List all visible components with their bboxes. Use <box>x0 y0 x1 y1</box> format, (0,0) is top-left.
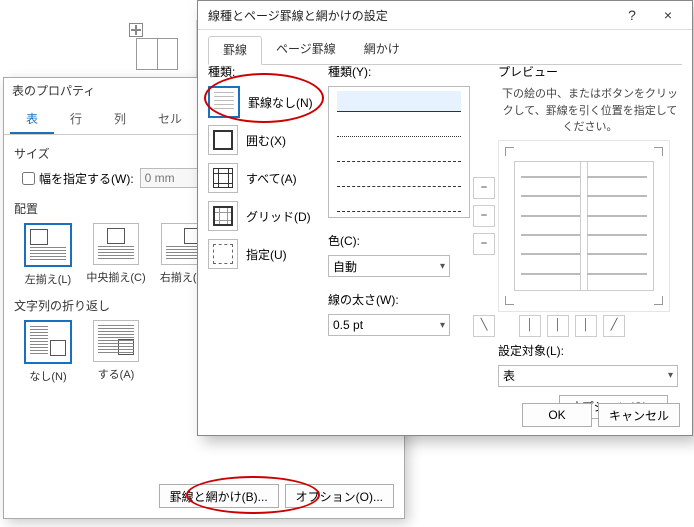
align-left-option[interactable]: 左揃え(L) <box>18 223 78 287</box>
document-background <box>126 20 198 80</box>
kind-custom-label: 指定(U) <box>246 246 287 263</box>
kind-all-label: すべて(A) <box>246 170 297 187</box>
chevron-down-icon: ▾ <box>440 261 445 272</box>
borders-and-shading-button[interactable]: 罫線と網かけ(B)... <box>159 484 279 508</box>
line-style-dashed-short[interactable] <box>337 141 461 162</box>
kind-all[interactable]: すべて(A) <box>208 162 318 194</box>
dialog-title: 線種とページ罫線と網かけの設定 <box>208 7 614 24</box>
preview-hint: 下の絵の中、またはボタンをクリックして、罫線を引く位置を指定してください。 <box>498 86 682 136</box>
kind-grid-icon <box>208 201 238 231</box>
toggle-diagonal-border[interactable]: ╲ <box>473 315 495 337</box>
corner-icon <box>505 147 514 156</box>
preview-page-icon <box>580 161 654 291</box>
align-left-icon <box>24 223 72 267</box>
kind-all-icon <box>208 163 238 193</box>
table-preview-icon <box>136 38 178 70</box>
tab-column[interactable]: 列 <box>98 104 142 134</box>
ok-button[interactable]: OK <box>522 403 592 427</box>
corner-icon <box>654 147 663 156</box>
toggle-right-border[interactable]: │ <box>575 315 597 337</box>
toggle-middle-h-border[interactable]: ⎯ <box>473 205 495 227</box>
chevron-down-icon: ▾ <box>440 320 445 331</box>
width-checkbox[interactable] <box>22 172 35 185</box>
kind-none-label: 罫線なし(N) <box>248 94 313 111</box>
apply-to-value: 表 <box>503 367 668 384</box>
help-button[interactable]: ? <box>614 3 650 27</box>
chevron-down-icon: ▾ <box>668 370 673 381</box>
close-button[interactable]: × <box>650 3 686 27</box>
weight-value: 0.5 pt <box>333 318 440 332</box>
wrap-none-option[interactable]: なし(N) <box>18 320 78 384</box>
toggle-top-border[interactable]: ⎯ <box>473 177 495 199</box>
align-center-option[interactable]: 中央揃え(C) <box>86 223 146 287</box>
kind-none[interactable]: 罫線なし(N) <box>208 86 318 118</box>
toggle-middle-v-border[interactable]: │ <box>547 315 569 337</box>
weight-label: 線の太さ(W): <box>328 291 478 308</box>
wrap-around-icon <box>93 320 139 362</box>
kind-custom[interactable]: 指定(U) <box>208 238 318 270</box>
wrap-none-icon <box>24 320 72 364</box>
corner-icon <box>654 296 663 305</box>
apply-to-label: 設定対象(L): <box>498 342 682 359</box>
tab-cell[interactable]: セル <box>142 104 198 134</box>
tab-page-border[interactable]: ページ罫線 <box>262 36 350 64</box>
weight-dropdown[interactable]: 0.5 pt▾ <box>328 314 450 336</box>
kind-grid[interactable]: グリッド(D) <box>208 200 318 232</box>
borders-shading-dialog: 線種とページ罫線と網かけの設定 ? × 罫線 ページ罫線 網かけ 種類: 罫線な… <box>197 0 693 436</box>
width-check-label: 幅を指定する(W): <box>39 170 134 187</box>
toggle-left-border[interactable]: │ <box>519 315 541 337</box>
align-center-label: 中央揃え(C) <box>86 269 146 285</box>
color-label: 色(C): <box>328 232 478 249</box>
preview-page-icon <box>514 161 588 291</box>
kind-box-icon <box>208 125 238 155</box>
line-style-dashed[interactable] <box>337 166 461 187</box>
kind-label: 種類: <box>208 63 318 80</box>
width-input[interactable] <box>140 168 204 188</box>
toggle-diagonal2-border[interactable]: ╱ <box>603 315 625 337</box>
kind-box[interactable]: 囲む(X) <box>208 124 318 156</box>
align-center-icon <box>93 223 139 265</box>
wrap-around-option[interactable]: する(A) <box>86 320 146 384</box>
cancel-button[interactable]: キャンセル <box>598 403 680 427</box>
toggle-bottom-border[interactable]: ⎯ <box>473 233 495 255</box>
table-anchor-icon[interactable] <box>129 23 143 37</box>
tab-shading[interactable]: 網かけ <box>350 36 414 64</box>
apply-to-dropdown[interactable]: 表▾ <box>498 365 678 387</box>
line-style-dotted[interactable] <box>337 116 461 137</box>
tab-borders[interactable]: 罫線 <box>208 36 262 65</box>
table-options-button[interactable]: オプション(O)... <box>285 484 394 508</box>
corner-icon <box>505 296 514 305</box>
borders-tabs: 罫線 ページ罫線 網かけ <box>208 36 682 65</box>
kind-none-icon <box>208 86 240 118</box>
preview-area[interactable]: ⎯ ⎯ ⎯ ╲ │ │ │ ╱ <box>498 140 670 312</box>
align-left-label: 左揃え(L) <box>18 271 78 287</box>
preview-label: プレビュー <box>498 63 682 80</box>
kind-custom-icon <box>208 239 238 269</box>
tab-row[interactable]: 行 <box>54 104 98 134</box>
kind-grid-label: グリッド(D) <box>246 208 311 225</box>
line-style-dash-dot[interactable] <box>337 191 461 212</box>
wrap-around-label: する(A) <box>86 366 146 382</box>
tab-table[interactable]: 表 <box>10 104 54 134</box>
line-style-solid[interactable] <box>337 91 461 112</box>
line-style-list[interactable] <box>328 86 470 218</box>
color-dropdown[interactable]: 自動▾ <box>328 255 450 277</box>
color-value: 自動 <box>333 258 440 275</box>
style-label: 種類(Y): <box>328 63 478 80</box>
kind-box-label: 囲む(X) <box>246 132 286 149</box>
wrap-none-label: なし(N) <box>18 368 78 384</box>
